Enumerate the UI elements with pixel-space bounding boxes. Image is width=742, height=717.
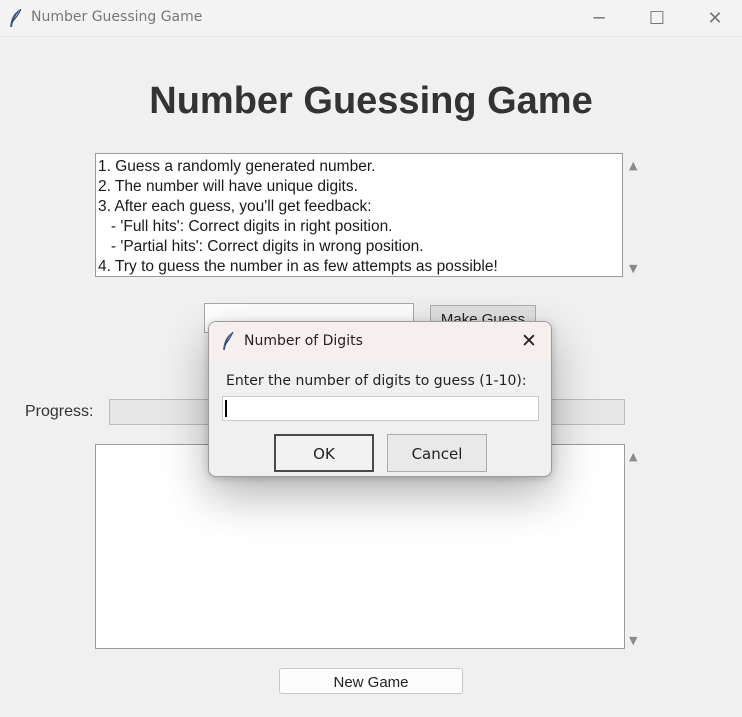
scroll-down-arrow-icon[interactable]: ▼	[629, 634, 637, 647]
scroll-down-arrow-icon[interactable]: ▼	[629, 262, 637, 275]
window-title: Number Guessing Game	[31, 9, 203, 25]
dialog-titlebar: Number of Digits ✕	[209, 322, 551, 360]
rules-text-area[interactable]: 1. Guess a randomly generated number. 2.…	[95, 153, 623, 277]
digits-input[interactable]	[222, 396, 539, 421]
feather-icon	[223, 331, 234, 350]
dialog-title: Number of Digits	[244, 333, 363, 349]
rules-line: 2. The number will have unique digits.	[98, 178, 358, 195]
dialog-close-button[interactable]: ✕	[521, 330, 537, 352]
number-of-digits-dialog: Number of Digits ✕ Enter the number of d…	[208, 321, 552, 477]
minimize-button[interactable]: ─	[570, 0, 628, 36]
scroll-up-arrow-icon[interactable]: ▲	[629, 450, 637, 463]
rules-line: - 'Partial hits': Correct digits in wron…	[98, 238, 424, 255]
cancel-button[interactable]: Cancel	[387, 434, 487, 472]
new-game-button[interactable]: New Game	[279, 668, 463, 694]
dialog-prompt: Enter the number of digits to guess (1-1…	[226, 373, 527, 389]
page-title: Number Guessing Game	[149, 80, 593, 122]
ok-button[interactable]: OK	[274, 434, 374, 472]
maximize-button[interactable]: ☐	[628, 0, 686, 36]
rules-line: 1. Guess a randomly generated number.	[98, 158, 376, 175]
close-button[interactable]: ✕	[686, 0, 742, 36]
rules-line: 4. Try to guess the number in as few att…	[98, 258, 498, 275]
rules-line: - 'Full hits': Correct digits in right p…	[98, 218, 393, 235]
window-titlebar: Number Guessing Game ─ ☐ ✕	[0, 0, 742, 37]
scroll-up-arrow-icon[interactable]: ▲	[629, 159, 637, 172]
feather-icon	[10, 8, 22, 27]
rules-line: 3. After each guess, you'll get feedback…	[98, 198, 372, 215]
text-caret	[225, 400, 227, 417]
progress-label: Progress:	[25, 403, 94, 420]
